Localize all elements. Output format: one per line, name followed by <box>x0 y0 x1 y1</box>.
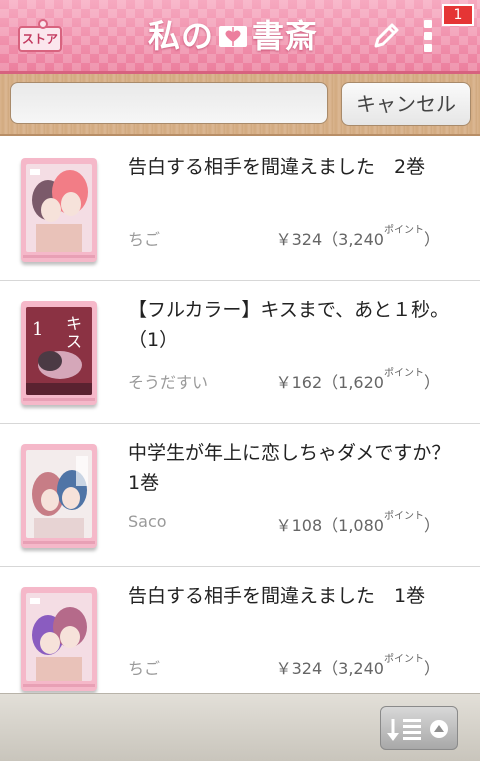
book-cover[interactable] <box>21 444 97 548</box>
app-title-part2: 書斎 <box>252 17 319 55</box>
cover-art <box>26 450 92 538</box>
cancel-button[interactable]: キャンセル <box>341 82 471 126</box>
app-title: 私の 書斎 <box>148 12 318 56</box>
search-input[interactable] <box>10 82 328 124</box>
app-title-part1: 私の <box>148 17 215 55</box>
book-heart-icon <box>219 26 248 47</box>
svg-text:1: 1 <box>32 319 43 340</box>
book-row[interactable]: 告白する相手を間違えました 2巻 ちご ￥324（3,240ポイント） <box>0 138 480 281</box>
book-cover[interactable] <box>21 587 97 691</box>
book-author: Saco <box>128 512 167 531</box>
book-row[interactable]: 告白する相手を間違えました 1巻 ちご ￥324（3,240ポイント） <box>0 567 480 693</box>
book-author: そうだすい <box>128 373 209 392</box>
sort-list-icon <box>387 719 448 741</box>
book-author: ちご <box>128 230 161 249</box>
book-price: ￥162（1,620ポイント） <box>275 368 440 393</box>
cover-art <box>26 164 92 252</box>
book-title: 告白する相手を間違えました 2巻 <box>128 156 426 178</box>
book-row[interactable]: 1 キ ス 【フルカラー】キスまで、あと１秒。（1） そうだすい ￥162（1,… <box>0 281 480 424</box>
book-cover[interactable] <box>21 158 97 262</box>
more-vert-icon[interactable] <box>418 18 438 54</box>
book-list: 告白する相手を間違えました 2巻 ちご ￥324（3,240ポイント） 1 キ … <box>0 138 480 693</box>
search-bar: キャンセル <box>0 74 480 136</box>
book-title: 【フルカラー】キスまで、あと１秒。（1） <box>128 299 450 351</box>
book-price: ￥324（3,240ポイント） <box>275 654 440 679</box>
book-row[interactable]: 中学生が年上に恋しちゃダメですか？ 1巻 Saco ￥108（1,080ポイント… <box>0 424 480 567</box>
notification-badge[interactable]: 1 <box>442 4 474 26</box>
app-header: ストア 私の 書斎 1 <box>0 0 480 74</box>
book-author: ちご <box>128 659 161 678</box>
svg-text:ス: ス <box>66 332 82 351</box>
svg-text:キ: キ <box>66 314 82 333</box>
book-cover[interactable]: 1 キ ス <box>21 301 97 405</box>
book-title: 中学生が年上に恋しちゃダメですか？ 1巻 <box>128 442 470 494</box>
cover-art: 1 キ ス <box>26 307 92 395</box>
sort-button[interactable] <box>380 706 458 750</box>
cover-art <box>26 593 92 681</box>
bottom-bar <box>0 693 480 761</box>
book-title: 告白する相手を間違えました 1巻 <box>128 585 426 607</box>
book-price: ￥108（1,080ポイント） <box>275 511 440 536</box>
pencil-icon[interactable] <box>370 20 402 52</box>
store-button[interactable]: ストア <box>18 19 62 52</box>
book-price: ￥324（3,240ポイント） <box>275 225 440 250</box>
